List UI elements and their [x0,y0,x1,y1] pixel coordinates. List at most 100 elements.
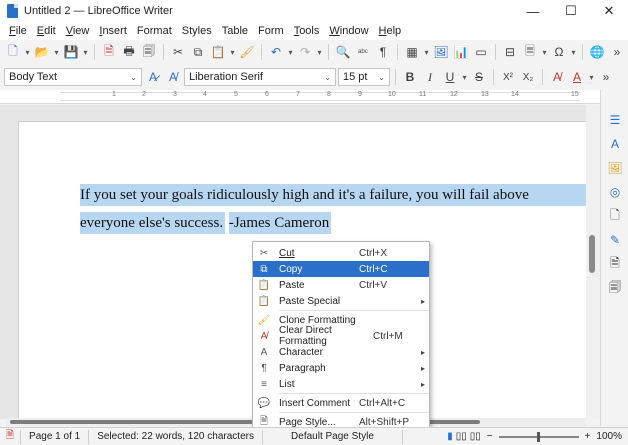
insert-hyperlink-icon[interactable]: 🌐 [588,43,606,61]
vertical-scrollbar[interactable] [586,105,600,419]
document-paragraph-line[interactable]: everyone else's success. [80,212,226,234]
print-preview-icon[interactable]: 🗐 [140,43,158,61]
menu-tools[interactable]: Tools [289,25,325,37]
page-count[interactable]: Page 1 of 1 [21,429,90,444]
table-dropdown-icon[interactable]: ▾ [423,48,430,57]
undo-icon[interactable]: ↶ [267,43,285,61]
zoom-in-button[interactable]: + [583,431,593,442]
formatting-marks-icon[interactable]: ¶ [374,43,392,61]
menu-insert[interactable]: Insert [94,25,132,37]
horizontal-ruler[interactable]: 1 2 3 4 5 6 7 8 9 10 11 12 13 14 15 [0,90,600,104]
context-menu-character[interactable]: A Character ▸ [253,344,429,360]
menu-format[interactable]: Format [132,25,177,37]
menu-styles[interactable]: Styles [177,25,217,37]
multi-page-view-icon[interactable]: ▯▯ [456,431,467,442]
context-menu-list[interactable]: ≡ List ▸ [253,376,429,392]
gallery-icon[interactable]: 🖼 [607,160,623,176]
paragraph-style-combo[interactable]: Body Text ⌄ [4,68,142,86]
zoom-out-button[interactable]: − [485,431,495,442]
font-name-combo[interactable]: Liberation Serif ⌄ [184,68,336,86]
new-style-icon[interactable]: A̸ [164,68,182,86]
more-formatting-icon[interactable]: » [597,68,615,86]
strikethrough-button[interactable]: S [470,68,488,86]
redo-icon[interactable]: ↷ [296,43,314,61]
cut-icon[interactable]: ✂ [169,43,187,61]
font-color-dropdown-icon[interactable]: ▾ [588,73,595,82]
styles-icon[interactable]: ✎ [607,232,623,248]
zoom-slider-knob[interactable] [536,431,540,442]
context-menu-paragraph[interactable]: ¶ Paragraph ▸ [253,360,429,376]
insert-textbox-icon[interactable]: ▭ [472,43,490,61]
document-modified-icon[interactable]: 🗎 [0,429,22,444]
close-button[interactable]: ✕ [590,0,628,22]
update-style-icon[interactable]: A̷ [144,68,162,86]
export-pdf-icon[interactable]: 🗎 [100,43,118,61]
manage-changes-icon[interactable]: 🗎 [607,256,623,272]
clear-formatting-icon[interactable]: A̸ [548,68,566,86]
special-character-icon[interactable]: Ω [550,43,568,61]
paragraph-style-value: Body Text [9,71,58,83]
clone-formatting-icon[interactable]: 🖌 [238,43,256,61]
underline-dropdown-icon[interactable]: ▾ [461,73,468,82]
design-icon[interactable]: 🗐 [607,280,623,296]
find-replace-icon[interactable]: 🔍 [334,43,352,61]
context-menu-paste[interactable]: 📋 Paste Ctrl+V [253,277,429,293]
sidebar-menu-icon[interactable]: ☰ [607,112,623,128]
spelling-icon[interactable]: ᵃᵇᶜ [354,43,372,61]
zoom-level[interactable]: 100% [592,431,628,442]
open-dropdown-icon[interactable]: ▾ [53,48,60,57]
context-menu-insert-comment[interactable]: 💬 Insert Comment Ctrl+Alt+C [253,395,429,411]
paste-icon[interactable]: 📋 [209,43,227,61]
page-style-status[interactable]: Default Page Style [263,429,403,444]
insert-table-icon[interactable]: ▦ [403,43,421,61]
zoom-slider[interactable] [498,431,579,442]
document-attribution-line[interactable]: -James Cameron [228,212,332,234]
font-size-combo[interactable]: 15 pt ⌄ [338,68,390,86]
menu-edit[interactable]: Edit [32,25,61,37]
maximize-button[interactable]: ☐ [552,0,590,22]
paste-dropdown-icon[interactable]: ▾ [229,48,236,57]
document-body[interactable]: If you set your goals ridiculously high … [80,184,600,234]
menu-window[interactable]: Window [324,25,373,37]
font-color-icon[interactable]: A [568,68,586,86]
page-icon[interactable]: 🗋 [607,208,623,224]
print-icon[interactable]: 🖶 [120,43,138,61]
save-dropdown-icon[interactable]: ▾ [82,48,89,57]
copy-icon[interactable]: ⧉ [189,43,207,61]
navigator-icon[interactable]: ◎ [607,184,623,200]
menu-help[interactable]: Help [374,25,407,37]
vertical-scroll-thumb[interactable] [589,235,595,273]
context-menu-paste-special[interactable]: 📋 Paste Special ▸ [253,293,429,309]
underline-button[interactable]: U [441,68,459,86]
context-menu-cut[interactable]: ✂ Cut Ctrl+X [253,245,429,261]
new-document-icon[interactable]: 🗋 [4,43,22,61]
word-count[interactable]: Selected: 22 words, 120 characters [89,429,263,444]
new-dropdown-icon[interactable]: ▾ [24,48,31,57]
minimize-button[interactable]: — [514,0,552,22]
field-dropdown-icon[interactable]: ▾ [541,48,548,57]
properties-icon[interactable]: A [607,136,623,152]
document-paragraph-line[interactable]: If you set your goals ridiculously high … [80,184,600,206]
menu-form[interactable]: Form [253,25,289,37]
menu-table[interactable]: Table [217,25,253,37]
more-tools-icon[interactable]: » [608,43,626,61]
insert-page-break-icon[interactable]: ⊟ [501,43,519,61]
save-icon[interactable]: 💾 [62,43,80,61]
menu-file[interactable]: File [4,25,32,37]
subscript-button[interactable]: X₂ [519,68,537,86]
insert-chart-icon[interactable]: 📊 [452,43,470,61]
menu-view[interactable]: View [61,25,95,37]
superscript-button[interactable]: X² [499,68,517,86]
undo-dropdown-icon[interactable]: ▾ [287,48,294,57]
insert-field-icon[interactable]: 🗏 [521,43,539,61]
context-menu-clear-direct-formatting[interactable]: A̸ Clear Direct Formatting Ctrl+M [253,325,429,347]
single-page-view-icon[interactable]: ▮ [447,431,453,442]
book-view-icon[interactable]: ▯▯ [470,431,481,442]
insert-image-icon[interactable]: 🖼 [432,43,450,61]
bold-button[interactable]: B [401,68,419,86]
context-menu-copy[interactable]: ⧉ Copy Ctrl+C [253,261,429,277]
redo-dropdown-icon[interactable]: ▾ [316,48,323,57]
open-folder-icon[interactable]: 📂 [33,43,51,61]
italic-button[interactable]: I [421,68,439,86]
special-char-dropdown-icon[interactable]: ▾ [570,48,577,57]
